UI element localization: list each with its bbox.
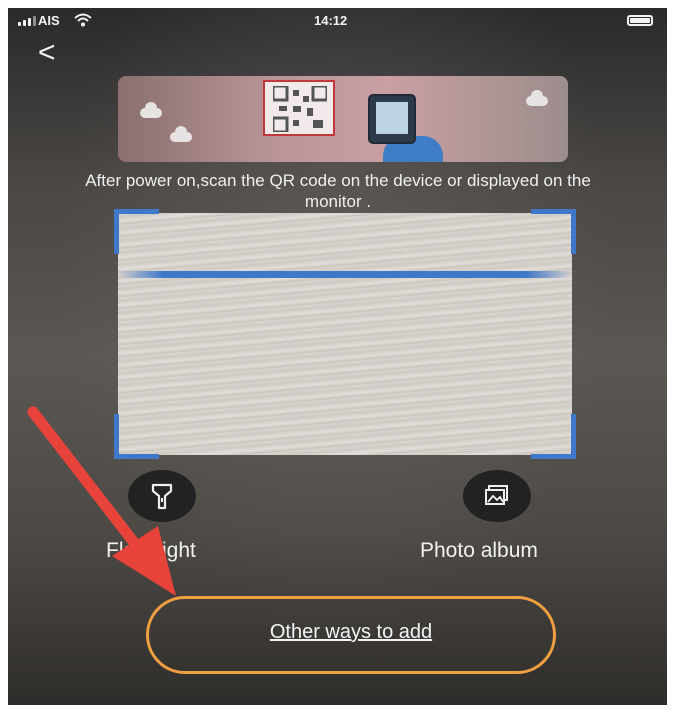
status-time: 14:12 [314, 13, 348, 28]
qr-code-icon [263, 80, 335, 136]
photo-album-label: Photo album [420, 539, 538, 562]
red-arrow-annotation [27, 406, 176, 596]
battery-icon [627, 15, 653, 26]
viewfinder-corner-bottom-right [531, 414, 576, 459]
cloud-icon [526, 90, 548, 106]
photo-album-button[interactable] [463, 470, 531, 522]
phone-screen: AIS 14:12 < After power on,scan the QR c… [8, 8, 667, 705]
viewfinder-corner-top-right [531, 209, 576, 254]
tablet-icon [368, 94, 416, 144]
photo-album-icon [485, 485, 508, 505]
